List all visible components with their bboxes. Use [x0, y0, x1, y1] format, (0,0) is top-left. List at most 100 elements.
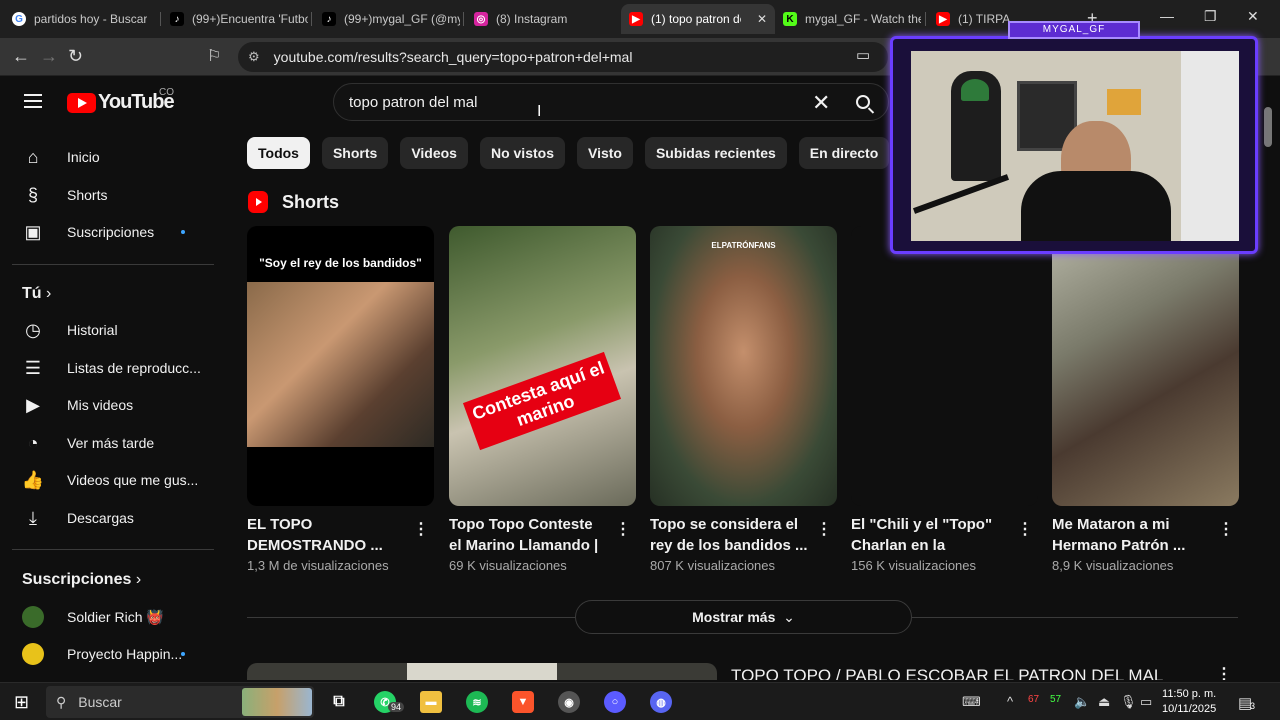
scrollbar[interactable]: [1264, 107, 1272, 147]
short-card[interactable]: "Soy el rey de los bandidos" EL TOPO DEM…: [247, 226, 434, 573]
short-views: 69 K visualizaciones: [449, 558, 567, 573]
youtube-play-icon: [67, 92, 96, 113]
forward-icon[interactable]: →: [40, 46, 58, 67]
sidebar-item-suscripciones[interactable]: ▣ Suscripciones: [12, 214, 212, 250]
shorts-icon: [248, 191, 268, 213]
short-card[interactable]: El "Chili y el "Topo" Charlan en la Pisc…: [851, 226, 1038, 573]
browser-tab[interactable]: G partidos hoy - Buscar: [4, 4, 158, 34]
menu-icon[interactable]: [24, 94, 42, 112]
short-thumbnail[interactable]: [1052, 226, 1239, 506]
browser-tab[interactable]: ◎ (8) Instagram: [466, 4, 620, 34]
bookmark-icon[interactable]: ⚐: [207, 46, 221, 66]
shorts-shelf-heading: Shorts: [248, 191, 339, 213]
short-thumbnail[interactable]: "Soy el rey de los bandidos": [247, 226, 434, 506]
minimize-button[interactable]: —: [1160, 8, 1174, 24]
sidebar-item-shorts[interactable]: § Shorts: [12, 177, 212, 213]
spotify-icon[interactable]: ≋: [466, 691, 488, 713]
microphone-icon[interactable]: 🎙: [1120, 694, 1137, 710]
restore-button[interactable]: ❐: [1204, 8, 1217, 25]
subscriptions-heading[interactable]: Suscripciones ›: [22, 571, 141, 589]
address-bar[interactable]: ⚙ youtube.com/results?search_query=topo+…: [238, 42, 888, 72]
tab-title: mygal_GF - Watch the: [805, 12, 921, 26]
site-info-icon[interactable]: ⚙: [248, 49, 260, 65]
short-title[interactable]: Topo se considera el rey de los bandidos…: [650, 514, 810, 556]
shorts-icon: §: [27, 184, 38, 205]
short-thumbnail[interactable]: [851, 226, 1038, 506]
show-more-button[interactable]: Mostrar más ⌄: [575, 600, 912, 634]
browser-tab[interactable]: ♪ (99+)Encuentra 'Futbol': [162, 4, 316, 34]
tray-value: 57: [1050, 694, 1062, 705]
sidebar-sub-channel[interactable]: Proyecto Happin...: [12, 636, 212, 672]
more-options-icon[interactable]: ⋮: [1216, 664, 1232, 680]
more-options-icon[interactable]: ⋮: [1218, 519, 1234, 539]
system-clock[interactable]: 11:50 p. m. 10/11/2025: [1162, 687, 1216, 717]
chip-videos[interactable]: Videos: [400, 137, 468, 169]
sidebar-item-ver-mas-tarde[interactable]: ◔ Ver más tarde: [12, 425, 212, 461]
obs-icon[interactable]: ◉: [558, 691, 580, 713]
sidebar-item-me-gusta[interactable]: 👍 Videos que me gus...: [12, 462, 212, 498]
task-view-icon[interactable]: ⧉: [328, 691, 350, 713]
browser-tab[interactable]: K mygal_GF - Watch the: [775, 4, 929, 34]
liked-icon: 👍: [21, 469, 45, 490]
keyboard-icon[interactable]: ⌨: [962, 694, 981, 710]
clear-search-icon[interactable]: ✕: [812, 90, 830, 116]
chip-shorts[interactable]: Shorts: [321, 137, 389, 169]
sidebar-sub-channel[interactable]: Soldier Rich 👹: [12, 599, 212, 635]
text-cursor-icon: I: [537, 103, 542, 120]
short-title[interactable]: EL TOPO DEMOSTRANDO ...: [247, 514, 407, 556]
taskbar-search-input[interactable]: ⚲ Buscar: [46, 686, 314, 718]
short-title[interactable]: El "Chili y el "Topo" Charlan en la Pisc…: [851, 514, 1011, 556]
sidebar-item-mis-videos[interactable]: ▶ Mis videos: [12, 387, 212, 423]
browser-tab[interactable]: ♪ (99+)mygal_GF (@mygal): [314, 4, 468, 34]
chevron-up-icon[interactable]: ^: [1007, 694, 1013, 709]
more-options-icon[interactable]: ⋮: [615, 519, 631, 539]
whatsapp-badge: 94: [388, 702, 405, 712]
chip-en-directo[interactable]: En directo: [798, 137, 890, 169]
history-icon: ◷: [25, 319, 41, 340]
short-thumbnail[interactable]: ELPATRÓNFANS: [650, 226, 837, 506]
close-window-button[interactable]: ✕: [1247, 8, 1259, 25]
sidebar-item-inicio[interactable]: ⌂ Inicio: [12, 139, 212, 175]
circle-app-icon[interactable]: ○: [604, 691, 626, 713]
cast-icon[interactable]: ▭: [856, 46, 870, 64]
close-tab-icon[interactable]: ✕: [757, 12, 767, 26]
search-input[interactable]: topo patron del mal ✕: [333, 83, 889, 121]
usb-icon[interactable]: ⏏: [1098, 694, 1110, 710]
reload-icon[interactable]: ↻: [68, 46, 83, 67]
chip-no-vistos[interactable]: No vistos: [479, 137, 565, 169]
youtube-icon: ▶: [936, 12, 950, 26]
discord-icon[interactable]: ◍: [650, 691, 672, 713]
windows-start-icon[interactable]: ⊞: [14, 692, 29, 713]
short-card[interactable]: Me Mataron a mi Hermano Patrón ... 8,9 K…: [1052, 226, 1239, 573]
more-options-icon[interactable]: ⋮: [1017, 519, 1033, 539]
chip-subidas-recientes[interactable]: Subidas recientes: [644, 137, 787, 169]
youtube-logo[interactable]: YouTube CO: [67, 87, 175, 114]
sidebar-item-listas[interactable]: ☰ Listas de reproducc...: [12, 350, 212, 386]
watch-later-icon: ◔: [27, 432, 39, 453]
more-options-icon[interactable]: ⋮: [816, 519, 832, 539]
back-icon[interactable]: ←: [12, 46, 30, 67]
url-text: youtube.com/results?search_query=topo+pa…: [273, 49, 633, 65]
video-thumbnail[interactable]: [247, 663, 717, 680]
short-title[interactable]: Me Mataron a mi Hermano Patrón ...: [1052, 514, 1212, 556]
tab-title: (99+)Encuentra 'Futbol': [192, 12, 308, 26]
network-icon[interactable]: ▭: [1140, 694, 1152, 710]
downloads-icon: ⤓: [29, 507, 37, 528]
brave-icon[interactable]: ▼: [512, 691, 534, 713]
short-thumbnail[interactable]: Contesta aquí el marino: [449, 226, 636, 506]
video-title[interactable]: TOPO TOPO / PABLO ESCOBAR EL PATRON DEL …: [731, 666, 1163, 680]
speaker-icon[interactable]: 🔈: [1074, 694, 1090, 710]
search-button[interactable]: [838, 84, 888, 120]
browser-tab-active[interactable]: ▶ (1) topo patron del mal ✕: [621, 4, 775, 34]
short-card[interactable]: Contesta aquí el marino Topo Topo Contes…: [449, 226, 636, 573]
short-card[interactable]: ELPATRÓNFANS Topo se considera el rey de…: [650, 226, 837, 573]
short-title[interactable]: Topo Topo Conteste el Marino Llamando | …: [449, 514, 609, 556]
my-videos-icon: ▶: [26, 394, 40, 415]
chip-todos[interactable]: Todos: [247, 137, 310, 169]
sidebar-item-descargas[interactable]: ⤓ Descargas: [12, 500, 212, 536]
file-explorer-icon[interactable]: ▬: [420, 691, 442, 713]
more-options-icon[interactable]: ⋮: [413, 519, 429, 539]
chip-visto[interactable]: Visto: [576, 137, 633, 169]
sidebar-item-historial[interactable]: ◷ Historial: [12, 312, 212, 348]
you-heading[interactable]: Tú ›: [22, 285, 51, 303]
